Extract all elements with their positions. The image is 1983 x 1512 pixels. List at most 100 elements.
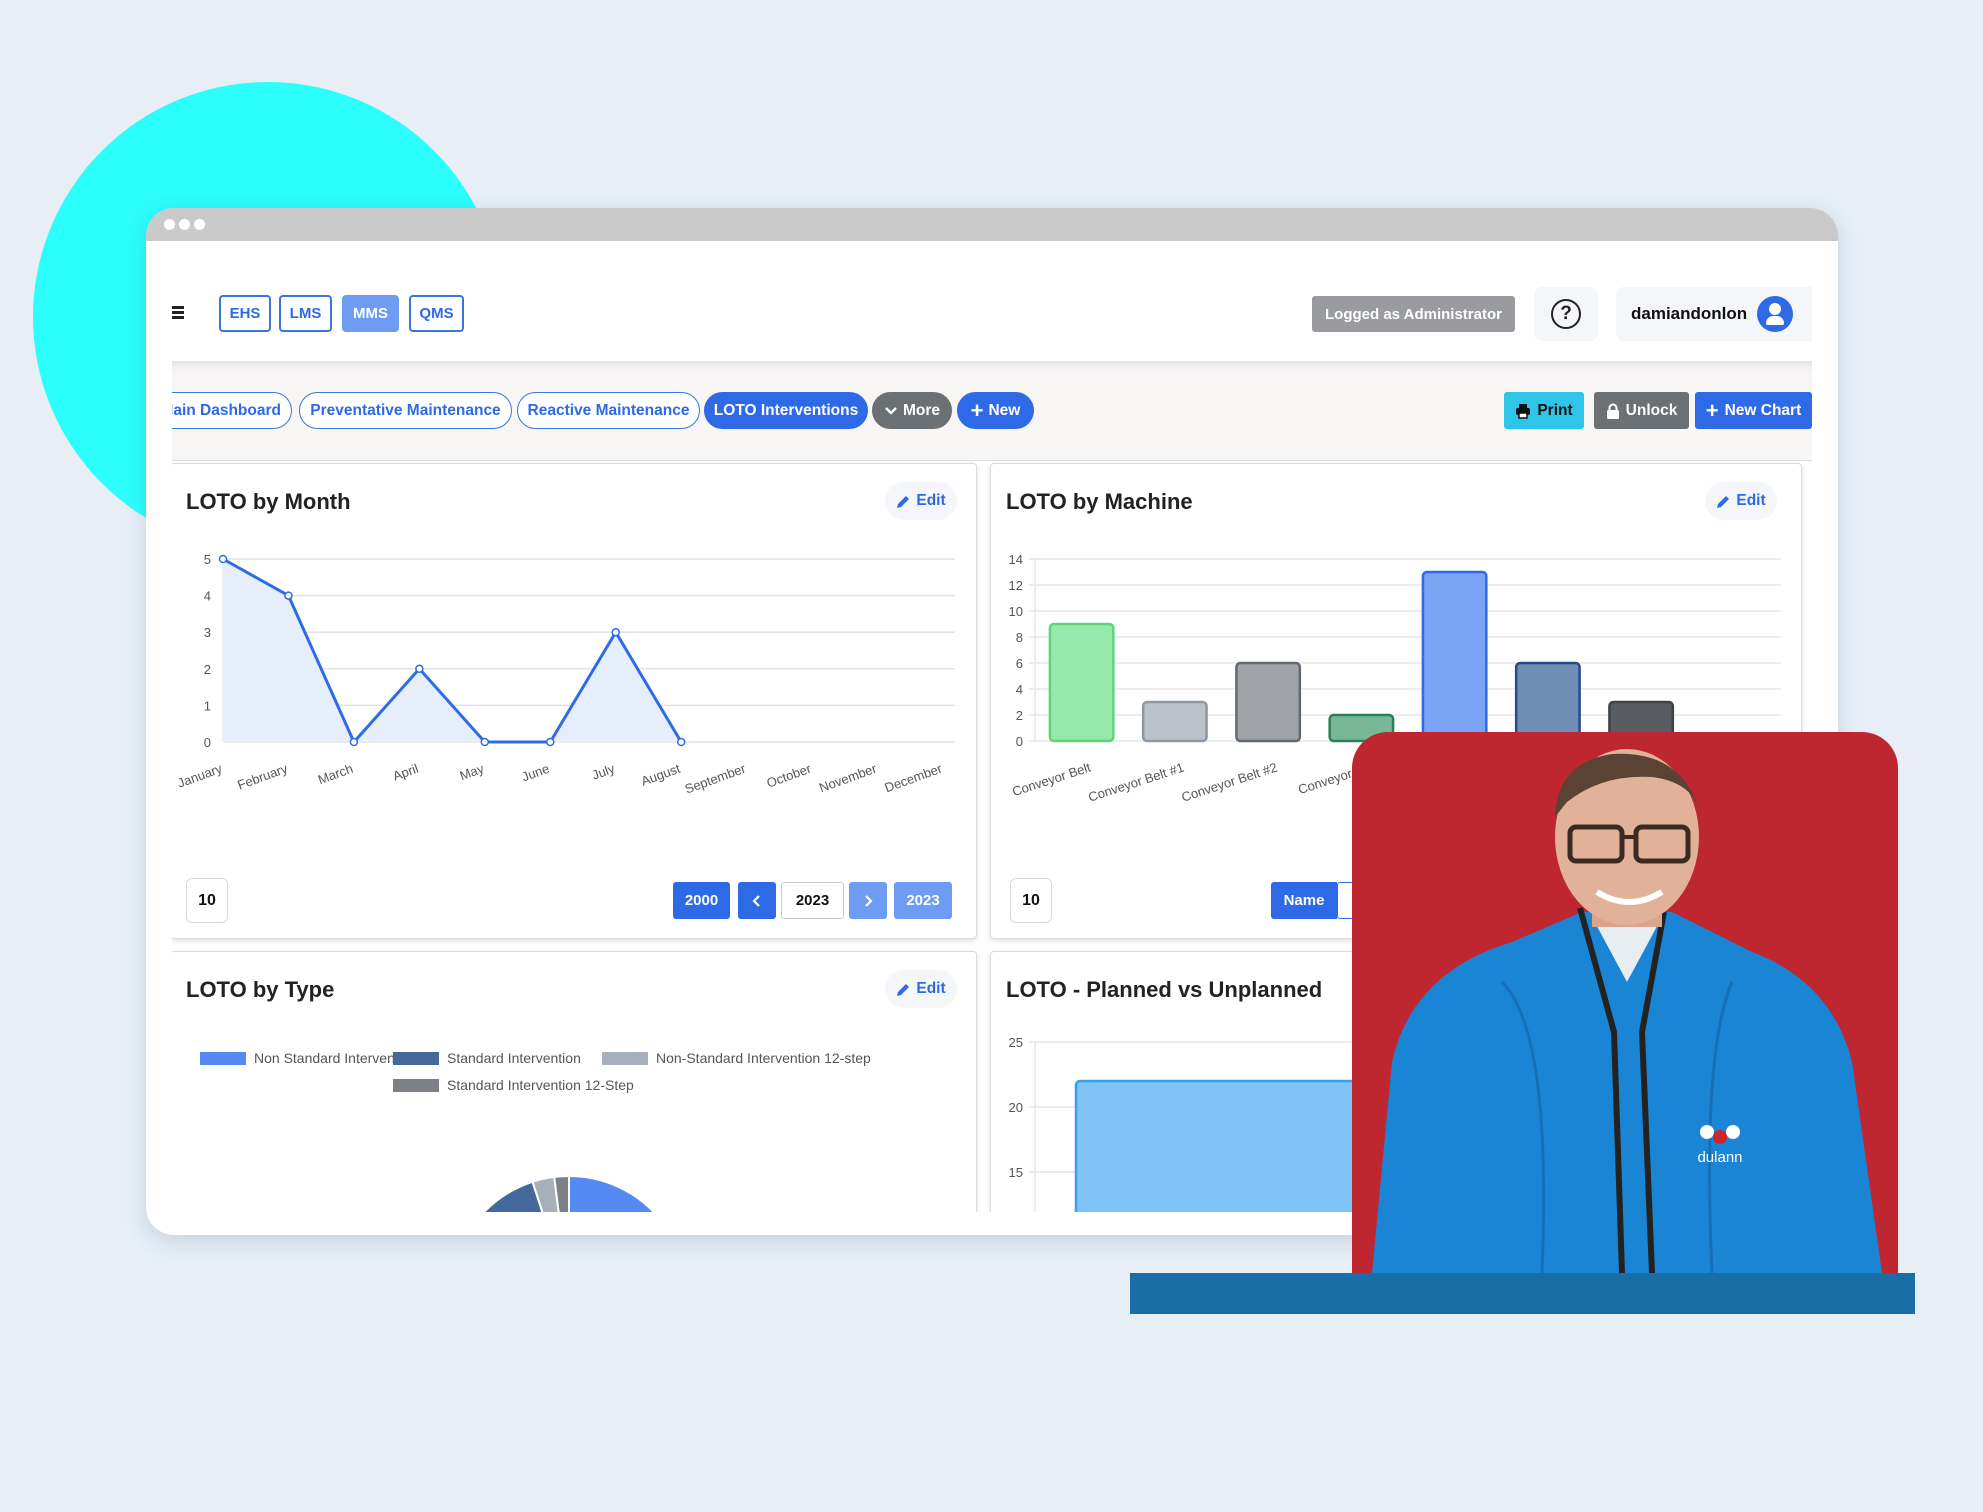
module-ehs-button[interactable]: EHS (219, 295, 271, 332)
tab-reactive-maintenance[interactable]: Reactive Maintenance (517, 392, 700, 429)
y-tick-label: 10 (1009, 604, 1023, 619)
unlock-label: Unlock (1625, 401, 1678, 419)
window-dot (164, 219, 175, 230)
legend-swatch (393, 1079, 439, 1092)
edit-chart-button[interactable]: Edit (885, 482, 957, 520)
person-photo-card: dulann (1352, 732, 1898, 1273)
x-tick-label: Conveyor Belt #2 (1180, 760, 1279, 805)
x-tick-label: November (817, 760, 879, 795)
card-title: LOTO by Month (186, 489, 351, 514)
new-tab-button[interactable]: + New (957, 392, 1034, 429)
edit-chart-button[interactable]: Edit (1705, 482, 1777, 520)
pie-slice (568, 1174, 656, 1212)
help-button[interactable]: ? (1534, 287, 1598, 341)
x-tick-label: July (590, 761, 617, 783)
username: damiandonlon (1631, 304, 1748, 323)
y-tick-label: 4 (1016, 682, 1023, 697)
hamburger-icon[interactable] (172, 306, 184, 319)
new-chart-label: New Chart (1724, 401, 1802, 419)
plus-icon: + (970, 397, 984, 423)
bar (1514, 661, 1581, 743)
x-tick-label: May (458, 761, 487, 784)
module-mms-button[interactable]: MMS (342, 295, 399, 332)
window-dot (194, 219, 205, 230)
printer-icon (1516, 403, 1531, 419)
tab-main-dashboard[interactable]: Main Dashboard (172, 392, 292, 429)
x-tick-label: April (391, 761, 421, 784)
user-menu[interactable]: damiandonlon (1616, 287, 1812, 341)
page-size-selector[interactable]: 10 (186, 878, 228, 923)
print-button[interactable]: Print (1504, 392, 1584, 429)
plus-icon: + (1705, 397, 1719, 423)
edit-chart-button[interactable]: Edit (885, 970, 957, 1008)
year-end-button[interactable]: 2023 (894, 882, 952, 919)
lock-icon (1606, 403, 1619, 419)
y-tick-label: 25 (1009, 1035, 1023, 1050)
next-year-button[interactable] (849, 882, 887, 919)
pie-chart: Non Standard Intervention Standard Interv… (200, 1050, 871, 1212)
help-icon: ? (1551, 299, 1581, 329)
chart-card-loto-by-month: LOTO by Month Edit 0 1 2 3 4 5 January February… (172, 463, 977, 939)
y-tick-label: 6 (1016, 656, 1023, 671)
y-tick-label: 12 (1009, 578, 1023, 593)
x-tick-label: January (175, 761, 224, 791)
x-tick-label: June (520, 761, 552, 785)
pencil-icon (897, 495, 910, 508)
legend-swatch (200, 1052, 246, 1065)
chevron-left-icon (752, 894, 760, 907)
module-lms-button[interactable]: LMS (279, 295, 332, 332)
chart-card-loto-by-type: LOTO by Type Edit Non Standard Intervent… (172, 951, 977, 1212)
edit-label: Edit (916, 980, 946, 997)
y-tick-label: 1 (204, 698, 211, 713)
new-chart-button[interactable]: + New Chart (1695, 392, 1812, 429)
bar (1421, 570, 1488, 743)
bar (1141, 700, 1208, 743)
window-dot (179, 219, 190, 230)
legend-swatch (393, 1052, 439, 1065)
tab-loto-interventions[interactable]: LOTO Interventions (704, 392, 868, 429)
bar (1048, 622, 1115, 743)
y-tick-label: 0 (1016, 734, 1023, 749)
page-size-selector[interactable]: 10 (1010, 878, 1052, 923)
top-bar: EHS LMS MMS QMS Logged as Administrator … (172, 241, 1812, 361)
y-tick-label: 4 (204, 589, 211, 604)
unlock-button[interactable]: Unlock (1594, 392, 1689, 429)
x-tick-label: August (639, 761, 683, 789)
y-tick-label: 2 (204, 662, 211, 677)
role-badge: Logged as Administrator (1312, 296, 1515, 332)
print-label: Print (1537, 401, 1573, 419)
y-tick-label: 0 (204, 735, 211, 750)
module-qms-button[interactable]: QMS (409, 295, 464, 332)
x-tick-label: October (765, 760, 814, 790)
data-point (546, 737, 555, 747)
bar (1235, 661, 1302, 743)
legend-label: Standard Intervention 12-Step (447, 1077, 634, 1093)
tab-preventative-maintenance[interactable]: Preventative Maintenance (299, 392, 512, 429)
y-tick-label: 8 (1016, 630, 1023, 645)
x-tick-label: March (316, 761, 355, 787)
window-titlebar (146, 208, 1838, 241)
y-tick-label: 3 (204, 625, 211, 640)
year-start-button[interactable]: 2000 (673, 882, 730, 919)
user-avatar-icon (1757, 296, 1794, 332)
svg-text:dulann: dulann (1697, 1149, 1742, 1166)
sort-by-name-button[interactable]: Name (1271, 882, 1337, 919)
legend-label: Non Standard Intervention (254, 1050, 417, 1066)
legend-swatch (602, 1052, 648, 1065)
pencil-icon (897, 983, 910, 996)
chevron-down-icon (885, 406, 897, 415)
previous-year-button[interactable] (738, 882, 776, 919)
card-title: LOTO by Machine (1006, 489, 1193, 514)
x-tick-label: Conveyor Belt (1010, 759, 1093, 799)
data-point (218, 554, 228, 564)
y-tick-label: 5 (204, 552, 211, 567)
dashboard-tabs-bar: Main Dashboard Preventative Maintenance … (172, 361, 1812, 461)
edit-label: Edit (916, 492, 946, 509)
legend-label: Standard Intervention (447, 1050, 581, 1066)
more-tabs-button[interactable]: More (872, 392, 952, 429)
current-year-field[interactable]: 2023 (781, 882, 844, 919)
x-tick-label: December (883, 760, 945, 795)
new-label: New (988, 401, 1021, 419)
area-fill (223, 559, 682, 742)
line-chart: 0 1 2 3 4 5 January February March April May June Ju… (175, 552, 955, 797)
